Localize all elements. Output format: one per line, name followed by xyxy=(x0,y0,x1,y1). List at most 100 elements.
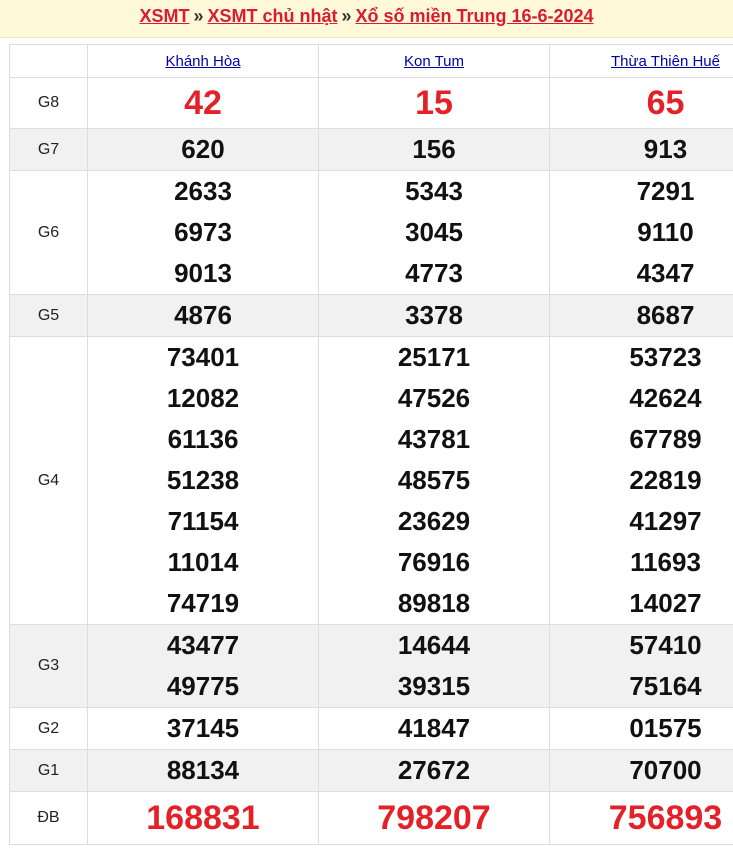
prize-number: 14644 xyxy=(397,630,471,660)
prize-number: 37145 xyxy=(166,713,240,743)
prize-number: 76916 xyxy=(397,547,471,577)
prize-cell: 42 xyxy=(87,77,319,129)
prize-cell: 156 xyxy=(318,128,550,171)
prize-row-special: ĐB 168831 798207 756893 xyxy=(9,791,733,845)
prize-number: 48575 xyxy=(397,465,471,495)
prize-number: 4876 xyxy=(174,300,232,330)
breadcrumb-separator: » xyxy=(193,6,204,26)
prize-number: 43781 xyxy=(397,424,471,454)
prize-number: 8687 xyxy=(636,300,695,330)
province-link-thua-thien-hue[interactable]: Thừa Thiên Huế xyxy=(611,53,720,70)
prize-cell: 65 xyxy=(549,77,733,129)
prize-cell: 2633 6973 9013 xyxy=(87,170,319,295)
prize-row-g2: G2 37145 41847 01575 xyxy=(9,707,733,750)
prize-label: G6 xyxy=(9,170,88,295)
prize-cell: 798207 xyxy=(318,791,550,845)
prize-cell: 37145 xyxy=(87,707,319,750)
prize-number: 620 xyxy=(181,134,225,164)
province-header: Kon Tum xyxy=(318,44,550,78)
prize-number: 23629 xyxy=(397,506,471,536)
prize-number: 9013 xyxy=(174,258,232,288)
prize-number: 2633 xyxy=(174,176,232,206)
prize-cell: 27672 xyxy=(318,749,550,792)
prize-cell: 4876 xyxy=(87,294,319,337)
prize-label: ĐB xyxy=(9,791,88,845)
prize-label: G8 xyxy=(9,77,88,129)
breadcrumb-current-link[interactable]: Xổ số miền Trung 16-6-2024 xyxy=(355,6,593,26)
prize-number: 73401 xyxy=(166,342,240,372)
prize-cell: 57410 75164 xyxy=(549,624,733,708)
prize-cell: 620 xyxy=(87,128,319,171)
prize-number: 49775 xyxy=(166,671,240,701)
prize-row-g5: G5 4876 3378 8687 xyxy=(9,294,733,337)
prize-number: 3378 xyxy=(405,300,463,330)
prize-number: 14027 xyxy=(629,588,702,618)
prize-number: 65 xyxy=(646,84,685,122)
prize-number: 25171 xyxy=(397,342,471,372)
prize-cell: 53723 42624 67789 22819 41297 11693 1402… xyxy=(549,336,733,625)
prize-cell: 168831 xyxy=(87,791,319,845)
prize-cell: 7291 9110 4347 xyxy=(549,170,733,295)
prize-number: 11014 xyxy=(167,547,239,577)
prize-row-g8: G8 42 15 65 xyxy=(9,77,733,129)
prize-number: 6973 xyxy=(174,217,232,247)
province-header-row: Khánh Hòa Kon Tum Thừa Thiên Huế xyxy=(9,44,733,78)
province-link-kon-tum[interactable]: Kon Tum xyxy=(404,53,464,70)
prize-cell: 14644 39315 xyxy=(318,624,550,708)
prize-number: 913 xyxy=(643,134,688,164)
prize-number: 47526 xyxy=(397,383,471,413)
prize-number: 53723 xyxy=(629,342,702,372)
prize-cell: 70700 xyxy=(549,749,733,792)
prize-number: 41847 xyxy=(397,713,471,743)
prize-number: 57410 xyxy=(629,630,702,660)
province-link-khanh-hoa[interactable]: Khánh Hòa xyxy=(165,53,240,70)
breadcrumb-separator: » xyxy=(341,6,352,26)
prize-number: 74719 xyxy=(166,588,240,618)
prize-number: 39315 xyxy=(397,671,471,701)
prize-label: G2 xyxy=(9,707,88,750)
prize-cell: 73401 12082 61136 51238 71154 11014 7471… xyxy=(87,336,319,625)
header-empty-cell xyxy=(9,44,88,78)
province-header: Thừa Thiên Huế xyxy=(549,44,733,78)
prize-cell: 3378 xyxy=(318,294,550,337)
prize-number: 89818 xyxy=(397,588,471,618)
prize-number: 88134 xyxy=(166,755,240,785)
prize-number: 4773 xyxy=(405,258,463,288)
prize-cell: 41847 xyxy=(318,707,550,750)
prize-cell: 88134 xyxy=(87,749,319,792)
prize-label: G3 xyxy=(9,624,88,708)
prize-number: 42 xyxy=(184,84,222,122)
breadcrumb-home-link[interactable]: XSMT xyxy=(139,6,189,26)
prize-number: 70700 xyxy=(629,755,702,785)
special-prize-number: 168831 xyxy=(146,799,260,837)
prize-cell: 01575 xyxy=(549,707,733,750)
prize-number: 22819 xyxy=(629,465,702,495)
prize-row-g1: G1 88134 27672 70700 xyxy=(9,749,733,792)
prize-label: G5 xyxy=(9,294,88,337)
province-header: Khánh Hòa xyxy=(87,44,319,78)
prize-cell: 15 xyxy=(318,77,550,129)
prize-label: G1 xyxy=(9,749,88,792)
prize-number: 41297 xyxy=(629,506,702,536)
prize-cell: 43477 49775 xyxy=(87,624,319,708)
prize-number: 5343 xyxy=(405,176,463,206)
prize-cell: 756893 xyxy=(549,791,733,845)
breadcrumb-weekday-link[interactable]: XSMT chủ nhật xyxy=(207,6,337,26)
prize-label: G4 xyxy=(9,336,88,625)
prize-row-g3: G3 43477 49775 14644 39315 57410 75164 xyxy=(9,624,733,708)
prize-number: 12082 xyxy=(166,383,240,413)
prize-number: 4347 xyxy=(636,258,695,288)
prize-number: 43477 xyxy=(166,630,240,660)
prize-number: 15 xyxy=(415,84,453,122)
prize-cell: 913 xyxy=(549,128,733,171)
prize-number: 67789 xyxy=(629,424,702,454)
prize-number: 27672 xyxy=(397,755,471,785)
prize-row-g7: G7 620 156 913 xyxy=(9,128,733,171)
prize-number: 01575 xyxy=(629,713,702,743)
prize-row-g6: G6 2633 6973 9013 5343 3045 4773 7291 91… xyxy=(9,170,733,295)
prize-number: 75164 xyxy=(629,671,702,701)
prize-cell: 25171 47526 43781 48575 23629 76916 8981… xyxy=(318,336,550,625)
prize-cell: 8687 xyxy=(549,294,733,337)
special-prize-number: 798207 xyxy=(377,799,491,837)
special-prize-number: 756893 xyxy=(608,799,723,837)
